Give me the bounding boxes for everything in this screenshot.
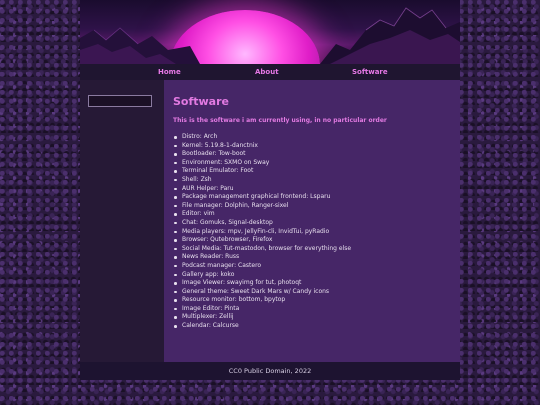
- list-item: Podcast manager: Castero: [173, 262, 351, 271]
- list-item: Social Media: Tut-mastodon, browser for …: [173, 244, 352, 252]
- header-banner: [80, 0, 460, 64]
- list-item: AUR Helper: Paru: [173, 185, 351, 194]
- list-item: Image Viewer: swayimg for tut, photoqt: [173, 279, 351, 288]
- page-title: Software: [173, 95, 229, 108]
- list-item: Gallery app: koko: [173, 271, 351, 280]
- nav-bar: Home About Software: [80, 64, 460, 80]
- list-item: Editor: vim: [173, 210, 351, 219]
- list-item: Multiplexer: Zellij: [173, 313, 351, 322]
- footer: CC0 Public Domain, 2022: [80, 362, 460, 380]
- nav-link-software[interactable]: Software: [352, 64, 388, 80]
- list-item: Media players: mpv, JellyFin-cli, InvidT…: [173, 228, 351, 237]
- footer-text: CC0 Public Domain, 2022: [228, 367, 312, 375]
- list-item: Bootloader: Tow-boot: [173, 150, 351, 159]
- list-item: General theme: Sweet Dark Mars w/ Candy …: [173, 288, 351, 297]
- list-item: Distro: Arch: [173, 133, 351, 142]
- list-item: Kernel: 5.19.8-1-danctnix: [173, 142, 351, 151]
- list-item: Resource monitor: bottom, bpytop: [173, 296, 351, 305]
- list-item: Chat: Gomuks, Signal-desktop: [173, 219, 351, 228]
- list-item: News Reader: Russ: [173, 253, 351, 262]
- nav-link-about[interactable]: About: [255, 64, 279, 80]
- page-wrapper: Home About Software Software This is the…: [80, 0, 460, 405]
- list-item: Calendar: Calcurse: [173, 322, 351, 331]
- list-item: Browser: Qutebrowser, Firefox: [173, 236, 351, 245]
- list-item: Environment: SXMO on Sway: [173, 159, 351, 168]
- list-item: Terminal Emulator: Foot: [173, 167, 351, 176]
- search-input[interactable]: [88, 95, 152, 107]
- list-item: File manager: Dolphin, Ranger-sixel: [173, 202, 351, 211]
- list-item: Shell: Zsh: [173, 176, 351, 185]
- page-subtitle: This is the software i am currently usin…: [173, 117, 387, 124]
- sidebar: [80, 80, 164, 362]
- nav-link-home[interactable]: Home: [158, 64, 181, 80]
- list-item: Image Editor: Pinta: [173, 305, 351, 314]
- software-list: Distro: Arch Kernel: 5.19.8-1-danctnix B…: [173, 133, 351, 331]
- banner-mountains: [80, 7, 460, 64]
- list-item: Package management graphical frontend: L…: [173, 193, 351, 202]
- main-content: Software This is the software i am curre…: [164, 80, 460, 362]
